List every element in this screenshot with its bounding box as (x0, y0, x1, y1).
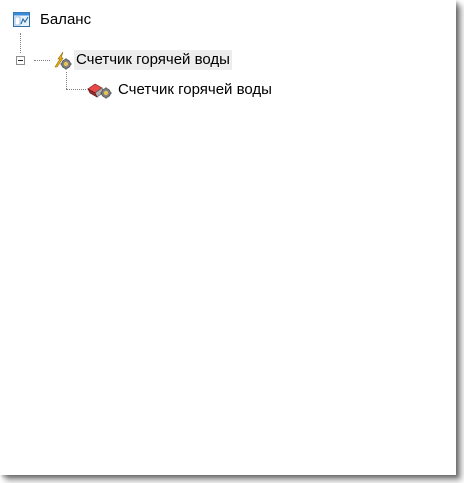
tree-connector-node1-child (66, 72, 67, 89)
meter-device-gear-icon (86, 80, 114, 100)
tree-item-label: Счетчик горячей воды (118, 81, 272, 98)
tree-connector-root (20, 33, 21, 53)
collapse-toggle-node1[interactable] (16, 56, 25, 65)
tree-view: Баланс Счетчик горячей воды Счетчик горя… (0, 0, 456, 475)
tree-item-label: Счетчик горячей воды (74, 50, 232, 70)
tree-panel: Баланс Счетчик горячей воды Счетчик горя… (0, 0, 456, 475)
tree-item-root[interactable]: Баланс (12, 9, 93, 31)
tree-connector-node2 (66, 89, 86, 90)
tree-item-hot-water-meter[interactable]: Счетчик горячей воды (52, 49, 232, 71)
meter-lightning-gear-icon (52, 50, 72, 70)
tree-connector-node1 (34, 60, 50, 61)
tree-item-label: Баланс (40, 11, 92, 28)
balance-report-icon (12, 10, 32, 30)
tree-item-hot-water-meter-child[interactable]: Счетчик горячей воды (86, 79, 274, 101)
